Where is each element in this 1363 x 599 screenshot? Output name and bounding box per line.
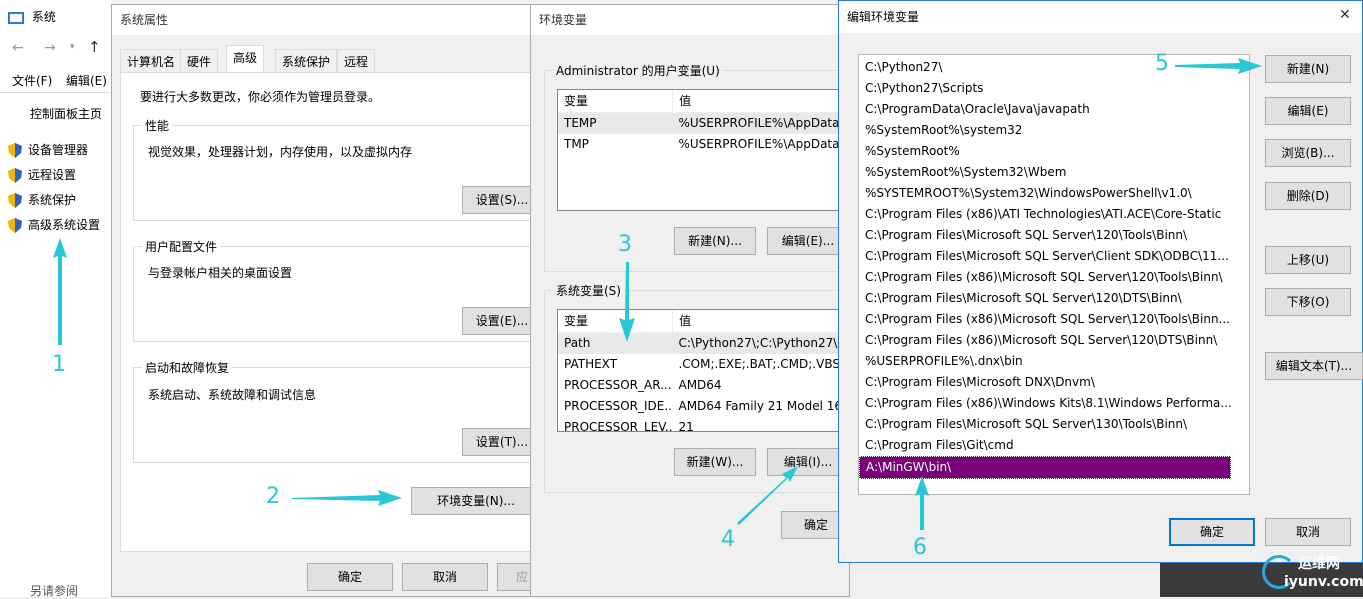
system-variables-header: 变量 值 xyxy=(558,310,856,333)
path-entry[interactable]: C:\Program Files\Microsoft SQL Server\13… xyxy=(859,414,1249,435)
close-icon[interactable]: ✕ xyxy=(1339,7,1351,23)
path-entry[interactable]: C:\Program Files\Microsoft DNX\Dnvm\ xyxy=(859,372,1249,393)
path-entries-list[interactable]: C:\Python27\ C:\Python27\Scripts C:\Progra… xyxy=(858,54,1250,495)
nav-remote-settings[interactable]: 远程设置 xyxy=(8,165,76,185)
move-up-button[interactable]: 上移(U) xyxy=(1265,246,1351,274)
up-icon[interactable]: ↑ xyxy=(88,38,101,56)
forward-icon[interactable]: → xyxy=(44,40,56,56)
sysprops-cancel-button[interactable]: 取消 xyxy=(402,563,488,591)
tab-advanced[interactable]: 高级 xyxy=(226,45,265,74)
user-new-button[interactable]: 新建(N)... xyxy=(674,227,756,255)
table-row[interactable]: TEMP %USERPROFILE%\AppData\ xyxy=(558,113,856,134)
watermark: 运维网 iyunv.com xyxy=(1262,549,1363,595)
annotation-3: 3 xyxy=(618,232,632,257)
menu-edit[interactable]: 编辑(E) xyxy=(66,72,107,89)
tab-remote[interactable]: 远程 xyxy=(337,49,376,74)
table-row[interactable]: PATHEXT .COM;.EXE;.BAT;.CMD;.VBS; xyxy=(558,354,856,375)
back-icon[interactable]: ← xyxy=(12,40,24,56)
tab-computer-name[interactable]: 计算机名 xyxy=(120,49,183,74)
col-value[interactable]: 值 xyxy=(673,310,856,332)
menu-file[interactable]: 文件(F) xyxy=(12,72,52,89)
path-entry[interactable]: A:\MinGW\bin\ xyxy=(859,456,1231,479)
environment-variables-dialog: 环境变量 Administrator 的用户变量(U) 变量 值 TEMP %U… xyxy=(530,4,857,597)
annotation-6: 6 xyxy=(913,535,927,560)
nav-advanced-settings[interactable]: 高级系统设置 xyxy=(8,215,100,235)
system-new-button[interactable]: 新建(W)... xyxy=(674,448,756,476)
col-variable[interactable]: 变量 xyxy=(558,90,674,112)
control-panel-home-link[interactable]: 控制面板主页 xyxy=(30,105,102,122)
env-titlebar: 环境变量 xyxy=(531,5,849,35)
user-profiles-desc: 与登录帐户相关的桌面设置 xyxy=(148,266,293,280)
shield-icon xyxy=(8,143,22,158)
system-properties-titlebar: 系统属性 xyxy=(112,5,550,35)
path-entry[interactable]: %SYSTEMROOT%\System32\WindowsPowerShell\… xyxy=(859,183,1249,204)
path-entry[interactable]: C:\Python27\ xyxy=(859,57,1249,78)
user-variables-list[interactable]: 变量 值 TEMP %USERPROFILE%\AppData\ TMP %US… xyxy=(557,89,857,211)
path-entry[interactable]: C:\Program Files (x86)\Microsoft SQL Ser… xyxy=(859,309,1249,330)
edit-environment-variable-dialog: 编辑环境变量 ✕ C:\Python27\ C:\Python27\Scripts… xyxy=(838,0,1363,563)
path-entry[interactable]: C:\Program Files\Microsoft SQL Server\Cl… xyxy=(859,246,1249,267)
edit-entry-button[interactable]: 编辑(E) xyxy=(1265,97,1351,125)
path-entry[interactable]: %SystemRoot% xyxy=(859,141,1249,162)
computer-icon xyxy=(8,11,24,24)
path-entry[interactable]: C:\Python27\Scripts xyxy=(859,78,1249,99)
table-row[interactable]: TMP %USERPROFILE%\AppData\ xyxy=(558,134,856,155)
system-properties-dialog: 系统属性 计算机名 硬件 高级 系统保护 远程 要进行大多数更改，你必须作为管理… xyxy=(111,4,551,597)
path-entry[interactable]: C:\Program Files (x86)\Windows Kits\8.1\… xyxy=(859,393,1249,414)
performance-desc: 视觉效果，处理器计划，内存使用，以及虚拟内存 xyxy=(148,145,413,159)
edit-text-button[interactable]: 编辑文本(T)... xyxy=(1265,352,1363,380)
sysprops-ok-button[interactable]: 确定 xyxy=(307,563,393,591)
annotation-2: 2 xyxy=(266,484,280,509)
new-entry-button[interactable]: 新建(N) xyxy=(1265,55,1351,83)
path-entry[interactable]: C:\ProgramData\Oracle\Java\javapath xyxy=(859,99,1249,120)
startup-recovery-desc: 系统启动、系统故障和调试信息 xyxy=(148,388,317,402)
system-edit-button[interactable]: 编辑(I)... xyxy=(767,448,849,476)
path-entry[interactable]: C:\Program Files (x86)\Microsoft SQL Ser… xyxy=(859,330,1249,351)
col-variable[interactable]: 变量 xyxy=(558,310,674,332)
edit-env-titlebar: 编辑环境变量 xyxy=(839,1,1362,33)
watermark-text: 运维网 xyxy=(1298,556,1340,572)
edit-env-cancel-button[interactable]: 取消 xyxy=(1265,518,1351,546)
environment-variables-button[interactable]: 环境变量(N)... xyxy=(411,487,541,515)
path-entry[interactable]: C:\Program Files\Git\cmd xyxy=(859,435,1249,456)
annotation-5: 5 xyxy=(1155,51,1169,76)
nav-device-manager[interactable]: 设备管理器 xyxy=(8,140,88,160)
dropdown-chevron-icon[interactable]: ▾ xyxy=(70,42,75,52)
menu-divider xyxy=(0,92,112,93)
table-row[interactable]: PROCESSOR_AR... AMD64 xyxy=(558,375,856,396)
nav-system-protection[interactable]: 系统保护 xyxy=(8,190,76,210)
path-entry[interactable]: %SystemRoot%\system32 xyxy=(859,120,1249,141)
path-entry[interactable]: C:\Program Files\Microsoft SQL Server\12… xyxy=(859,288,1249,309)
user-variables-header: 变量 值 xyxy=(558,90,856,113)
path-entry[interactable]: C:\Program Files\Microsoft SQL Server\12… xyxy=(859,225,1249,246)
tab-hardware[interactable]: 硬件 xyxy=(180,49,219,74)
shield-icon xyxy=(8,168,22,183)
path-entry[interactable]: %SystemRoot%\System32\Wbem xyxy=(859,162,1249,183)
shield-icon xyxy=(8,193,22,208)
tab-system-protection[interactable]: 系统保护 xyxy=(275,49,338,74)
admin-note: 要进行大多数更改，你必须作为管理员登录。 xyxy=(140,88,381,105)
table-row[interactable]: PROCESSOR_LEV... 21 xyxy=(558,417,856,431)
see-also-label: 另请参阅 xyxy=(30,584,79,598)
table-row[interactable]: PROCESSOR_IDE... AMD64 Family 21 Model 1… xyxy=(558,396,856,417)
watermark-url: iyunv.com xyxy=(1284,574,1363,590)
path-entry[interactable]: C:\Program Files (x86)\ATI Technologies\… xyxy=(859,204,1249,225)
table-row[interactable]: Path C:\Python27\;C:\Python27\S xyxy=(558,333,856,354)
annotation-4: 4 xyxy=(721,527,735,552)
browse-button[interactable]: 浏览(B)... xyxy=(1265,139,1351,167)
annotation-1: 1 xyxy=(52,352,66,377)
user-edit-button[interactable]: 编辑(E)... xyxy=(767,227,849,255)
move-down-button[interactable]: 下移(O) xyxy=(1265,288,1351,316)
delete-entry-button[interactable]: 删除(D) xyxy=(1265,182,1351,210)
edit-env-ok-button[interactable]: 确定 xyxy=(1169,518,1255,546)
system-window-title: 系统 xyxy=(8,6,56,28)
shield-icon xyxy=(8,218,22,233)
col-value[interactable]: 值 xyxy=(673,90,856,112)
path-entry[interactable]: C:\Program Files (x86)\Microsoft SQL Ser… xyxy=(859,267,1249,288)
path-entry[interactable]: %USERPROFILE%\.dnx\bin xyxy=(859,351,1249,372)
system-window: 系统 ← → ▾ ↑ 文件(F) 编辑(E) 控制面板主页 设备管理器 远程设置… xyxy=(0,0,112,598)
system-variables-list[interactable]: 变量 值 Path C:\Python27\;C:\Python27\S PAT… xyxy=(557,309,857,432)
